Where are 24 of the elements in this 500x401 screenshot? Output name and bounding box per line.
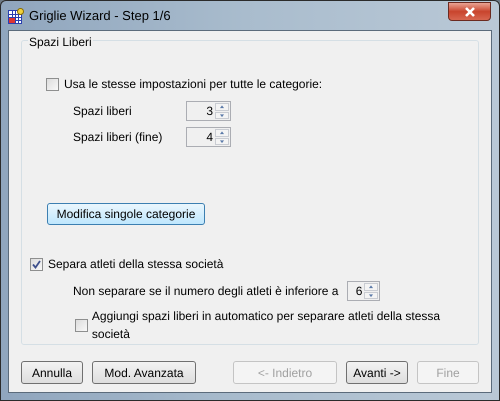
- close-icon: [464, 6, 476, 16]
- footer-button[interactable]: Annulla: [21, 361, 83, 384]
- window-title: Griglie Wizard - Step 1/6: [29, 6, 171, 25]
- field-label: Spazi liberi: [73, 103, 133, 120]
- grid-icon: [8, 8, 24, 24]
- checkbox[interactable]: [75, 318, 88, 332]
- checkbox[interactable]: [46, 78, 59, 90]
- footer-button[interactable]: Mod. Avanzata: [92, 361, 196, 384]
- checkbox-label: Usa le stesse impostazioni per tutte le categorie:: [64, 76, 322, 93]
- checkbox-label: Separa atleti della stessa società: [48, 256, 224, 273]
- number-spinner[interactable]: 4: [186, 127, 231, 147]
- checkbox-label: Aggiungi spazi liberi in automatico per separare atleti della stessa società: [92, 308, 442, 343]
- spinner-value: 6: [354, 283, 364, 300]
- spinner-value: 4: [205, 129, 214, 146]
- edit-categories-button[interactable]: Modifica singole categorie: [47, 203, 205, 225]
- number-spinner[interactable]: 3: [186, 101, 231, 121]
- check-icon: [32, 260, 41, 268]
- close-button[interactable]: [448, 2, 491, 21]
- field-label: Spazi liberi (fine): [73, 129, 164, 146]
- number-spinner[interactable]: 6: [347, 281, 380, 301]
- threshold-label: Non separare se il numero degli atleti è inferiore a: [73, 283, 338, 300]
- spinner-value: 3: [205, 103, 214, 120]
- footer-button[interactable]: Avanti ->: [346, 361, 408, 384]
- checkbox[interactable]: [30, 258, 43, 270]
